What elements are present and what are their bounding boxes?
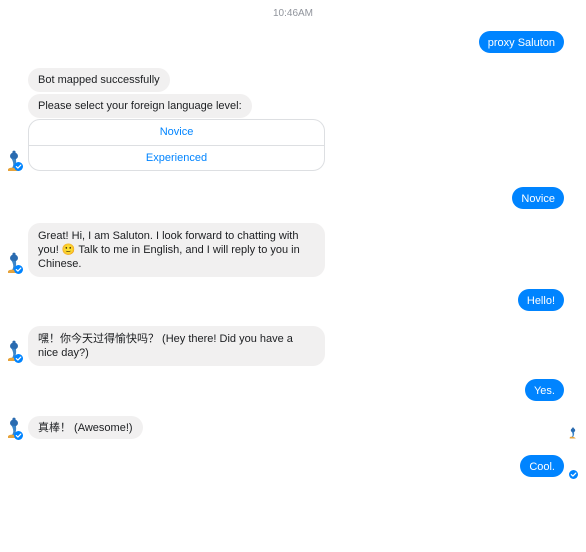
check-circle-icon [14,431,23,440]
check-circle-icon [14,265,23,274]
quick-reply-experienced[interactable]: Experienced [29,146,324,170]
incoming-message[interactable]: Great! Hi, I am Saluton. I look forward … [28,223,325,277]
check-circle-icon [14,162,23,171]
timestamp: 10:46AM [272,8,314,19]
quick-replies: Novice Experienced [28,119,325,171]
incoming-message[interactable]: 嘿！你今天过得愉快吗？ (Hey there! Did you have a n… [28,326,325,366]
incoming-message[interactable]: Bot mapped successfully [28,68,170,92]
seen-by-genie-icon [569,427,576,439]
check-circle-icon [14,354,23,363]
outgoing-message[interactable]: Novice [512,187,564,209]
outgoing-message[interactable]: Yes. [524,379,564,401]
incoming-message[interactable]: 真棒！ (Awesome!) [28,416,143,439]
incoming-message[interactable]: Please select your foreign language leve… [28,94,252,118]
check-circle-icon [569,470,578,479]
quick-reply-novice[interactable]: Novice [29,120,324,145]
outgoing-message[interactable]: proxy Saluton [478,31,564,53]
outgoing-message[interactable]: Cool. [520,455,564,477]
outgoing-message[interactable]: Hello! [517,289,564,311]
